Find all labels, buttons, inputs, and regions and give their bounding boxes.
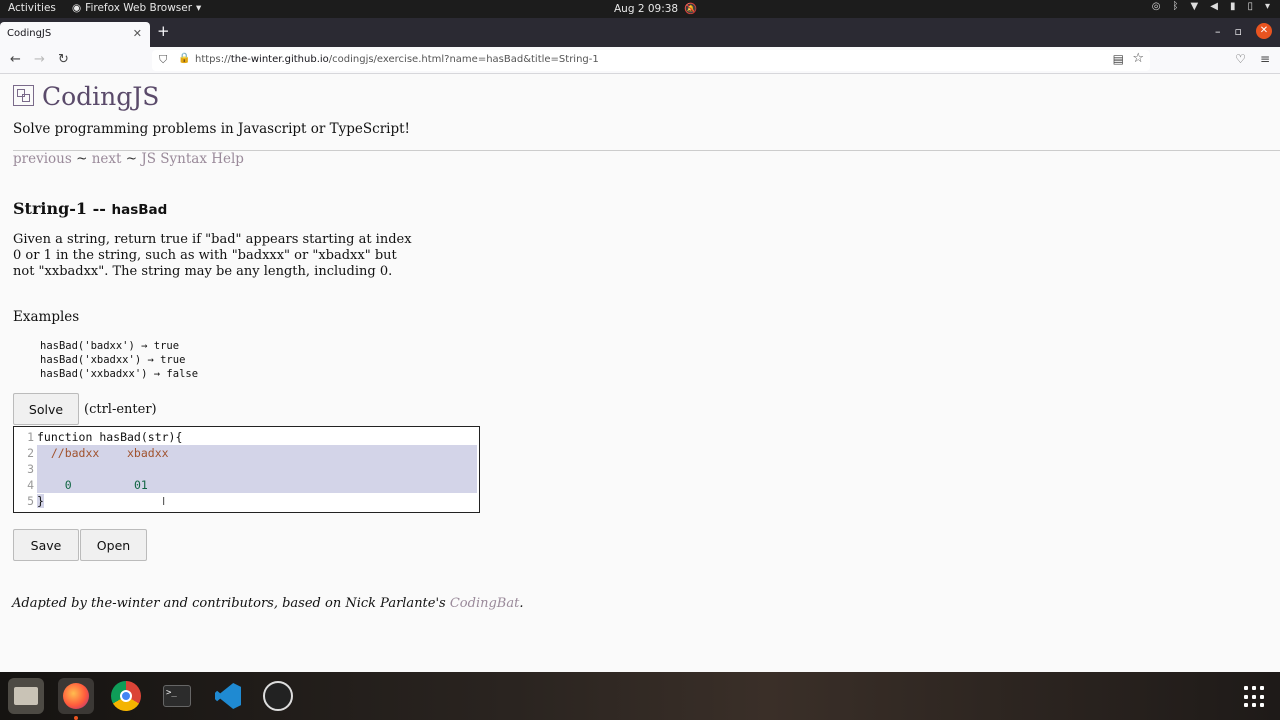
microphone-icon: ▮ [1229,1,1236,12]
browser-nav-bar: ← → ↻ ⛉ 🔒 https://the-winter.github.io/c… [0,47,1280,74]
url-path: /codingjs/exercise.html?name=hasBad&titl… [328,54,599,65]
code-line[interactable]: function hasBad(str){ [37,429,477,445]
notifications-muted-icon: 🔕 [684,3,698,15]
volume-icon: ◀ [1210,1,1218,12]
solve-button[interactable]: Solve [13,393,79,425]
url-host: the-winter.github.io [230,54,329,65]
url-text[interactable]: https://the-winter.github.io/codingjs/ex… [195,54,599,65]
examples-heading: Examples [13,309,80,325]
next-link[interactable]: next [92,151,122,167]
page-content: CodingJS Solve programming problems in J… [0,75,1280,672]
system-top-bar: Activities ◉ Firefox Web Browser ▾ Aug 2… [0,0,1280,18]
code-number: 01 [133,478,148,492]
example-line: hasBad('badxx') → true [40,340,180,352]
obs-icon[interactable] [260,678,296,714]
line-number: 4 [27,478,34,492]
reload-icon[interactable]: ↻ [58,52,69,67]
line-number: 2 [27,446,34,460]
window-controls: – ▫ ✕ [1215,23,1272,39]
code-line[interactable]: } [37,493,477,509]
tab-title: CodingJS [7,28,52,39]
code-text: hasBad(str){ [92,430,183,444]
toolbar-right: ♡ ≡ [1235,52,1270,66]
code-comment: //badxx xbadxx [37,446,169,460]
pocket-icon[interactable]: ♡ [1235,52,1246,66]
problem-name: hasBad [111,202,168,218]
app-menu-label: Firefox Web Browser [85,2,193,14]
chrome-icon[interactable] [108,678,144,714]
line-number: 5 [27,494,34,508]
maximize-icon[interactable]: ▫ [1235,25,1242,38]
hamburger-menu-icon[interactable]: ≡ [1260,52,1270,66]
line-number: 3 [27,462,34,476]
previous-link[interactable]: previous [13,151,72,167]
browser-tab-strip: CodingJS ✕ + – ▫ ✕ [0,18,1280,47]
code-keyword: function [37,430,93,444]
window-close-icon[interactable]: ✕ [1256,23,1272,39]
codingbat-link[interactable]: CodingBat [450,596,519,611]
app-menu[interactable]: ◉ Firefox Web Browser ▾ [72,2,201,14]
line-number: 1 [27,430,34,444]
nav-separator: ~ [71,151,92,167]
save-button[interactable]: Save [13,529,79,561]
footer-end: . [519,596,524,611]
new-tab-icon[interactable]: + [157,22,170,40]
tracking-shield-icon[interactable]: ⛉ [159,53,167,67]
code-text: } [37,494,44,508]
url-bar[interactable]: ⛉ 🔒 https://the-winter.github.io/codingj… [152,50,1150,71]
power-menu-icon: ▾ [1264,1,1270,12]
chrome-tray-icon: ◎ [1151,1,1161,12]
code-editor[interactable]: 1 2 3 4 5 function hasBad(str){ //badxx … [13,426,480,513]
minimize-icon[interactable]: – [1215,25,1221,38]
wifi-icon: ▼ [1190,1,1199,12]
firefox-small-icon: ◉ [72,2,82,14]
example-line: hasBad('xxbadxx') → false [40,368,199,380]
tagline: Solve programming problems in Javascript… [13,121,410,137]
code-line-selected[interactable] [37,461,477,477]
problem-description: Given a string, return true if "bad" app… [13,232,412,279]
taskbar-dock: >_ [0,672,1280,720]
problem-category: String-1 -- [13,199,112,218]
browser-tab[interactable]: CodingJS ✕ [0,22,150,47]
codingjs-logo-icon [13,85,34,106]
code-number: 0 [37,478,72,492]
problem-nav: previous ~ next ~ JS Syntax Help [13,151,244,167]
bluetooth-icon: ᛒ [1172,1,1179,12]
close-icon[interactable]: ✕ [133,27,142,40]
site-title: CodingJS [42,82,160,111]
vscode-icon[interactable] [210,678,246,714]
files-icon[interactable] [8,678,44,714]
examples-list: hasBad('badxx') → true hasBad('xbadxx') … [40,339,198,381]
open-button[interactable]: Open [80,529,147,561]
terminal-icon[interactable]: >_ [159,678,195,714]
footer: Adapted by the-winter and contributors, … [12,596,523,611]
text-cursor-icon: I [162,495,166,508]
clock-text: Aug 2 09:38 [614,2,679,15]
syntax-help-link[interactable]: JS Syntax Help [141,151,244,167]
firefox-icon[interactable] [58,678,94,714]
back-icon[interactable]: ← [10,52,21,67]
lock-icon[interactable]: 🔒 [178,53,190,64]
forward-icon[interactable]: → [34,52,45,67]
line-number-gutter: 1 2 3 4 5 [14,429,34,509]
example-line: hasBad('xbadxx') → true [40,354,186,366]
system-tray[interactable]: ◎ ᛒ ▼ ◀ ▮ ▯ ▾ [1152,1,1270,12]
activities-button[interactable]: Activities [8,2,56,14]
chevron-down-icon: ▾ [196,2,202,14]
url-prefix: https:// [195,54,231,65]
problem-title: String-1 -- hasBad [13,199,167,218]
reader-view-icon[interactable]: ▤ [1113,52,1124,66]
code-area[interactable]: function hasBad(str){ //badxx xbadxx 0 0… [37,429,477,509]
running-indicator [74,716,78,720]
footer-text: Adapted by the-winter and contributors, … [12,596,450,611]
bookmark-star-icon[interactable]: ☆ [1132,51,1144,66]
code-line-selected[interactable]: 0 01 [37,477,477,493]
clock[interactable]: Aug 2 09:38 🔕 [614,2,698,16]
solve-shortcut-hint: (ctrl-enter) [84,402,157,417]
battery-icon: ▯ [1247,1,1253,12]
nav-separator: ~ [121,151,142,167]
code-line-selected[interactable]: //badxx xbadxx [37,445,477,461]
show-apps-icon[interactable] [1244,686,1266,708]
